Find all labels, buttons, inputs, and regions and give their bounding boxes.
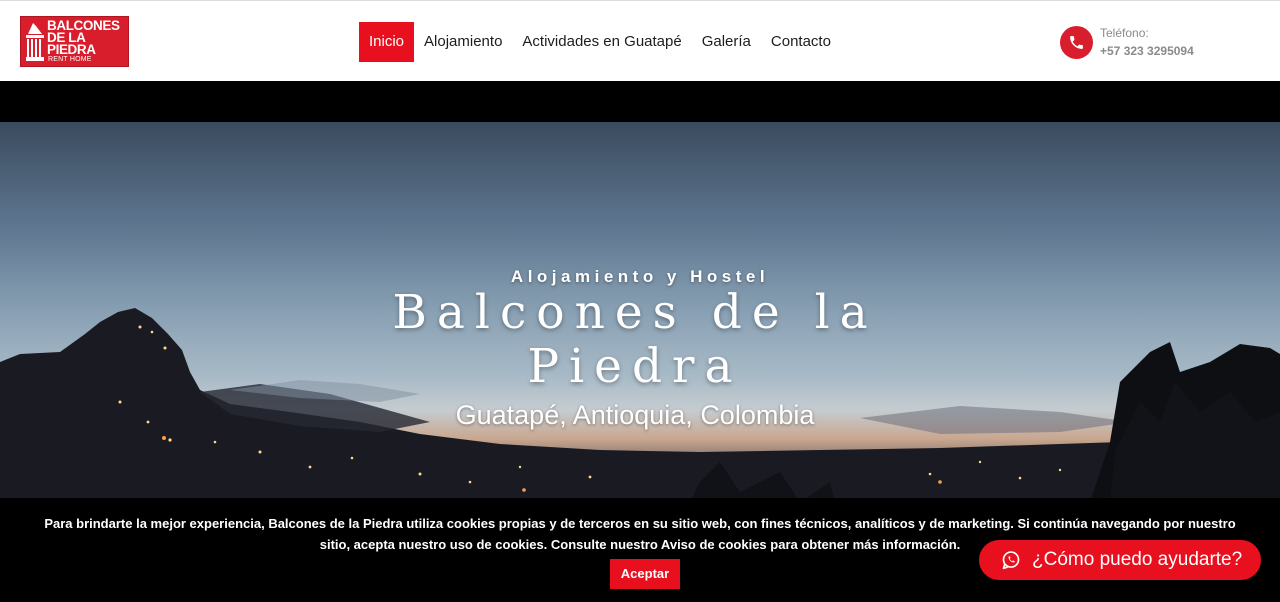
balcony-logo-icon [26,23,44,61]
nav-item-inicio[interactable]: Inicio [359,22,415,62]
nav-item-actividades[interactable]: Actividades en Guatapé [512,22,691,62]
site-header: BALCONES DE LA PIEDRA RENT HOME Inicio A… [0,0,1280,81]
phone-icon[interactable] [1060,26,1093,59]
nav-item-galeria[interactable]: Galería [692,22,761,62]
phone-label: Teléfono: [1100,26,1149,40]
phone-number[interactable]: +57 323 3295094 [1100,44,1194,58]
main-nav: Inicio Alojamiento Actividades en Guatap… [359,22,841,62]
hero-top-band [0,81,1280,122]
whatsapp-icon [1002,551,1020,570]
hero-title: Balcones de la Piedra [392,285,878,394]
nav-item-alojamiento[interactable]: Alojamiento [414,22,512,62]
whatsapp-button-label: ¿Cómo puedo ayudarte? [1032,549,1243,570]
logo-text-line-3: PIEDRA [47,42,96,57]
hero-subtitle: Guatapé, Antioquia, Colombia [455,400,815,430]
logo-subtitle: RENT HOME [48,56,92,63]
whatsapp-chat-button[interactable]: ¿Cómo puedo ayudarte? [979,540,1261,580]
accept-cookies-button[interactable]: Aceptar [610,559,680,589]
site-logo[interactable]: BALCONES DE LA PIEDRA RENT HOME [20,16,129,67]
hero-kicker: Alojamiento y Hostel [510,267,770,286]
nav-item-contacto[interactable]: Contacto [761,22,841,62]
